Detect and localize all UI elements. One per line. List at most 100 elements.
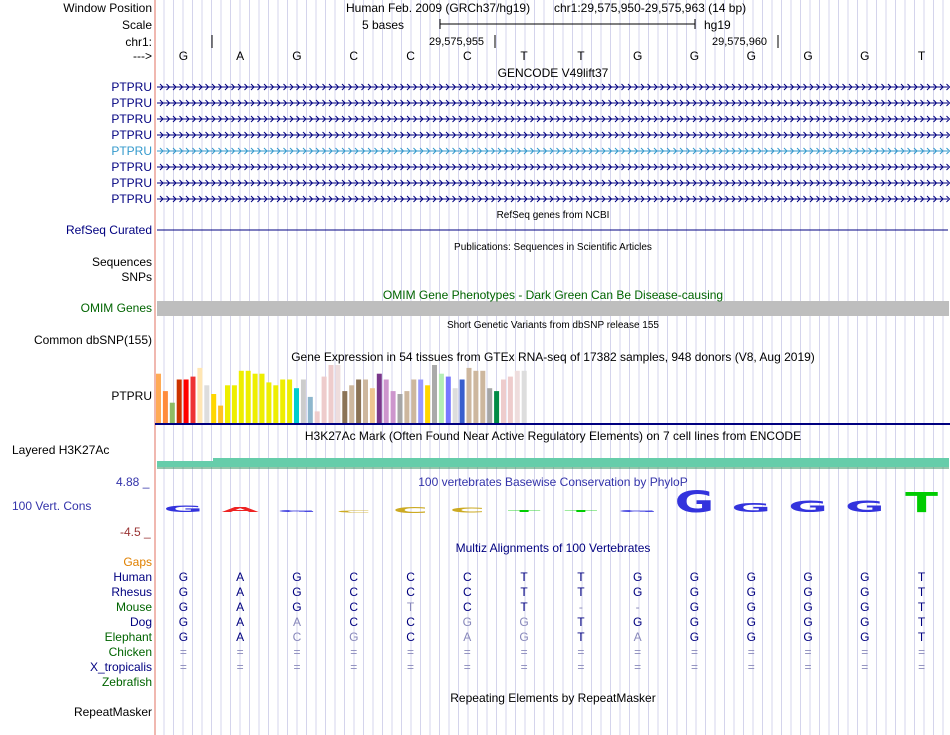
alignment-base: G xyxy=(633,585,643,599)
species-label[interactable]: Human xyxy=(0,570,152,584)
h3k27ac-label[interactable]: Layered H3K27Ac xyxy=(12,443,109,457)
repeatmasker-label[interactable]: RepeatMasker xyxy=(0,705,152,719)
alignment-base: C xyxy=(462,585,472,599)
gtex-bar xyxy=(211,394,217,423)
alignment-base: A xyxy=(463,630,472,644)
gencode-gene-label[interactable]: PTPRU xyxy=(0,96,152,110)
alignment-base: C xyxy=(349,615,359,629)
sequences-label[interactable]: Sequences xyxy=(0,255,152,269)
base-letter: C xyxy=(406,49,415,63)
gtex-bar xyxy=(328,365,334,423)
gtex-bar xyxy=(252,373,258,423)
dbsnp-label[interactable]: Common dbSNP(155) xyxy=(0,333,152,347)
gtex-bar xyxy=(459,379,465,423)
alignment-base: = xyxy=(293,645,301,659)
snps-label[interactable]: SNPs xyxy=(0,270,152,284)
gencode-gene-label[interactable]: PTPRU xyxy=(0,80,152,94)
alignment-base: C xyxy=(406,630,415,644)
conservation-letter: C xyxy=(450,506,485,514)
alignment-base: = xyxy=(463,660,471,674)
gencode-gene-label[interactable]: PTPRU xyxy=(0,112,152,126)
conservation-ymin: -4.5 _ xyxy=(120,525,151,539)
gtex-bar xyxy=(514,370,520,423)
ruler-tick-label-1: 29,575,955 xyxy=(429,36,485,48)
alignment-base: T xyxy=(577,570,585,584)
gtex-bar xyxy=(342,391,348,423)
base-letter: T xyxy=(917,49,926,63)
alignment-base: = xyxy=(804,660,812,674)
gtex-bar xyxy=(480,370,486,423)
species-label[interactable]: Zebrafish xyxy=(0,675,152,689)
alignment-base: = xyxy=(918,645,926,659)
gtex-bar xyxy=(197,367,203,423)
alignment-base: T xyxy=(406,600,415,614)
gtex-label[interactable]: PTPRU xyxy=(0,389,152,403)
position-text[interactable]: chr1:29,575,950-29,575,963 (14 bp) xyxy=(554,1,746,15)
gtex-bar xyxy=(390,391,396,423)
window-position-label: Window Position xyxy=(63,1,152,15)
alignment-base: A xyxy=(236,615,245,629)
gtex-bar xyxy=(376,373,382,423)
gtex-bar xyxy=(438,373,444,423)
base-letter: G xyxy=(860,49,870,63)
omim-label[interactable]: OMIM Genes xyxy=(0,301,152,315)
alignment-base: T xyxy=(917,570,926,584)
alignment-base: = xyxy=(804,645,812,659)
refseq-label[interactable]: RefSeq Curated xyxy=(0,223,152,237)
species-label[interactable]: Rhesus xyxy=(0,585,152,599)
alignment-base: G xyxy=(803,585,813,599)
scale-db: hg19 xyxy=(704,18,731,32)
alignment-base: G xyxy=(689,630,700,644)
species-label[interactable]: Dog xyxy=(0,615,152,629)
gtex-bar xyxy=(238,370,244,423)
gtex-bar xyxy=(501,379,506,423)
chrom-label: chr1: xyxy=(125,35,152,49)
gencode-gene-label[interactable]: PTPRU xyxy=(0,176,152,190)
alignment-base: C xyxy=(349,570,359,584)
alignment-base: = xyxy=(861,660,869,674)
gencode-gene-label[interactable]: PTPRU xyxy=(0,128,152,142)
alignment-base: = xyxy=(690,660,698,674)
alignment-base: A xyxy=(236,570,245,584)
conservation-letter: A xyxy=(222,506,260,514)
alignment-base: = xyxy=(350,660,358,674)
gtex-bar xyxy=(363,379,368,423)
gtex-bar xyxy=(487,388,493,423)
species-label[interactable]: Elephant xyxy=(0,630,152,644)
conservation-letter: C xyxy=(336,510,371,513)
species-label[interactable]: Mouse xyxy=(0,600,152,614)
alignment-base: T xyxy=(917,615,926,629)
gencode-gene-label[interactable]: PTPRU xyxy=(0,144,152,158)
gencode-gene-label[interactable]: PTPRU xyxy=(0,160,152,174)
gencode-title: GENCODE V49lift37 xyxy=(497,66,609,80)
alignment-base: G xyxy=(746,630,756,644)
alignment-base: = xyxy=(690,645,698,659)
gencode-gene-label[interactable]: PTPRU xyxy=(0,192,152,206)
alignment-base: = xyxy=(179,660,187,674)
alignment-base: G xyxy=(633,615,643,629)
gtex-bar xyxy=(432,365,437,423)
alignment-base: A xyxy=(236,630,245,644)
ruler-tick-label-2: 29,575,960 xyxy=(712,36,768,48)
gtex-bar xyxy=(411,379,417,423)
conservation-letter: T xyxy=(905,487,938,519)
species-label[interactable]: Chicken xyxy=(0,645,152,659)
base-letter: G xyxy=(633,49,643,63)
base-letter: G xyxy=(689,49,700,63)
gtex-bar xyxy=(225,385,230,423)
gaps-label[interactable]: Gaps xyxy=(0,555,152,569)
gtex-bar xyxy=(218,405,224,423)
alignment-base: = xyxy=(407,660,415,674)
h3k27ac-signal xyxy=(157,461,213,467)
alignment-base: G xyxy=(689,570,700,584)
alignment-base: G xyxy=(519,630,529,644)
conservation-label[interactable]: 100 Vert. Cons xyxy=(12,499,91,513)
multiz-title: Multiz Alignments of 100 Vertebrates xyxy=(455,541,651,555)
gtex-bar xyxy=(204,385,210,423)
alignment-base: G xyxy=(633,570,643,584)
gtex-bar xyxy=(321,376,327,423)
alignment-base: = xyxy=(179,645,187,659)
alignment-base: G xyxy=(860,600,870,614)
base-letter: G xyxy=(178,49,189,63)
species-label[interactable]: X_tropicalis xyxy=(0,660,152,674)
